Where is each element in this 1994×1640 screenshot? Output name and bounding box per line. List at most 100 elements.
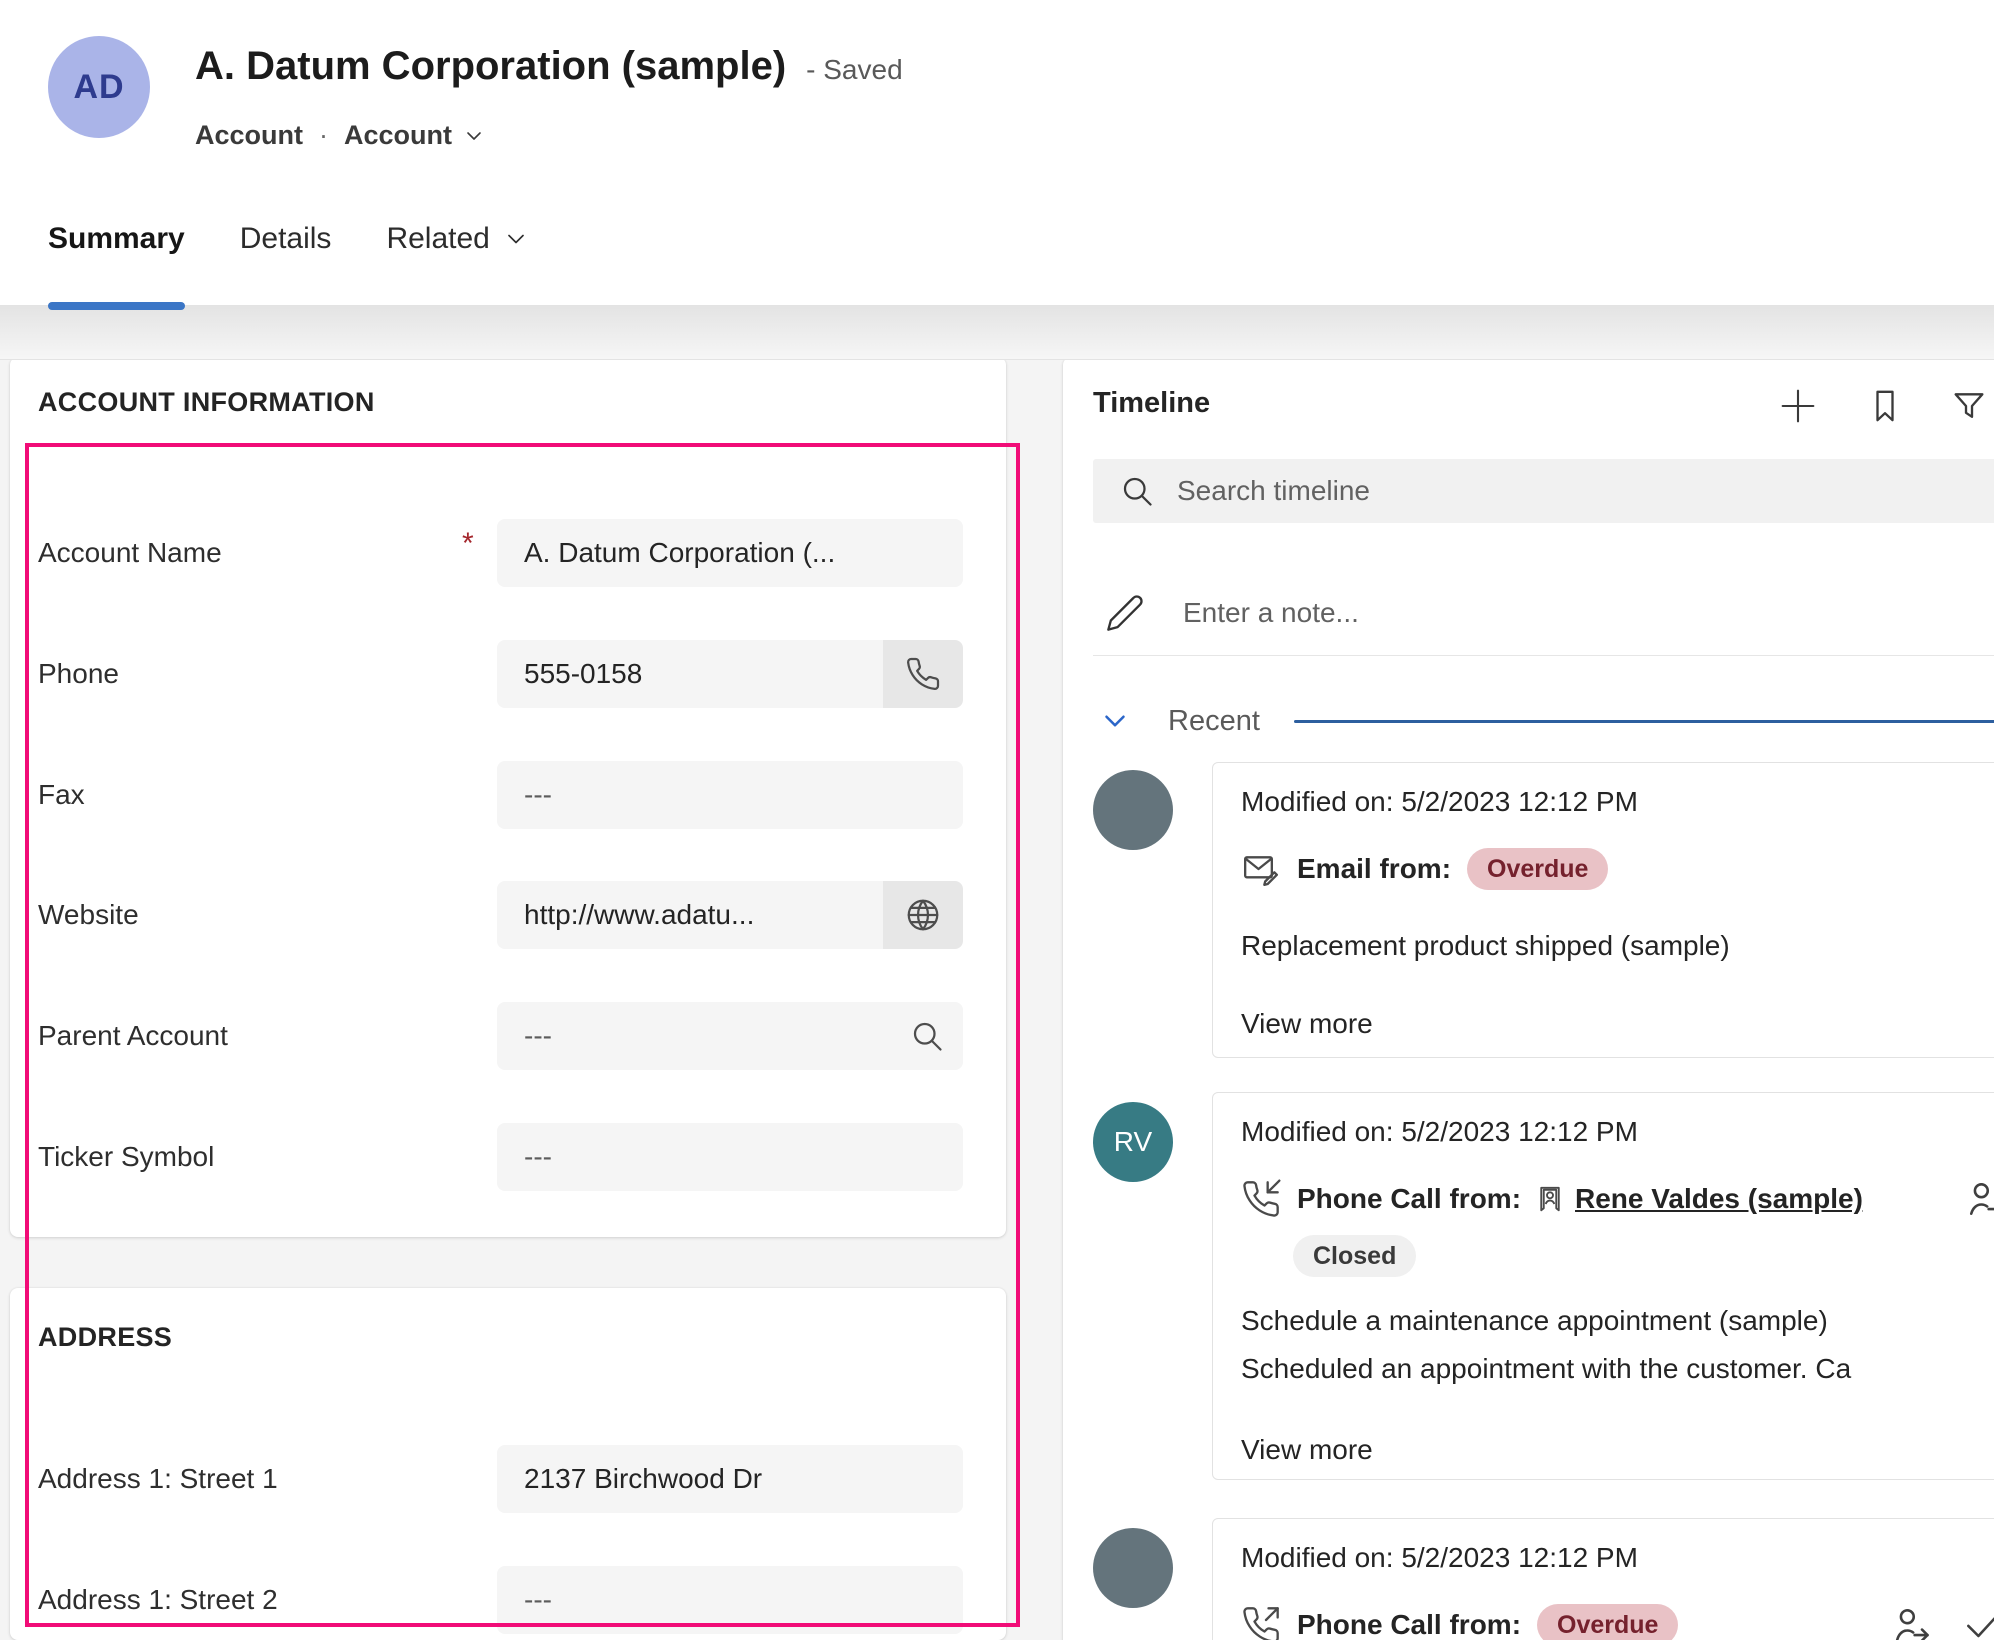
entry-action-icons	[1889, 1603, 1994, 1640]
fax-input[interactable]: ---	[497, 761, 963, 829]
tab-summary[interactable]: Summary	[48, 222, 185, 270]
recent-section-label: Recent	[1168, 705, 1260, 738]
entry-avatar: RV	[1093, 1102, 1173, 1182]
street2-input[interactable]: ---	[497, 1566, 963, 1634]
recent-section-toggle[interactable]: Recent	[1098, 703, 1994, 739]
activity-type-row: Phone Call from: Rene Valdes (sample)	[1241, 1177, 1994, 1221]
parent-account-lookup[interactable]: ---	[497, 1002, 963, 1070]
status-badge: Overdue	[1537, 1604, 1678, 1640]
activity-type-label: Phone Call from:	[1297, 1609, 1521, 1640]
activity-type-label: Phone Call from:	[1297, 1183, 1521, 1215]
recent-section-line	[1294, 720, 1994, 723]
activity-type-row: Phone Call from: Overdue	[1241, 1603, 1994, 1640]
note-row[interactable]	[1105, 593, 1783, 633]
section-heading-address: ADDRESS	[38, 1322, 172, 1353]
field-row-fax: Fax ---	[10, 761, 1006, 829]
entry-action-icons	[1963, 1177, 1994, 1221]
section-heading-account-information: ACCOUNT INFORMATION	[38, 387, 375, 418]
entry-title: Replacement product shipped (sample)	[1241, 929, 1994, 963]
email-icon	[1241, 849, 1281, 889]
phone-incoming-icon	[1241, 1179, 1281, 1219]
header-shadow-band	[0, 305, 1994, 360]
status-badge: Overdue	[1467, 848, 1608, 890]
breadcrumb-separator: ·	[319, 120, 328, 151]
required-marker: *	[462, 527, 474, 561]
account-record-page: AD A. Datum Corporation (sample) - Saved…	[0, 0, 1994, 1640]
ticker-symbol-input[interactable]: ---	[497, 1123, 963, 1191]
timeline-title: Timeline	[1093, 387, 1210, 420]
contact-link[interactable]: Rene Valdes (sample)	[1575, 1183, 1863, 1215]
timeline-search-input[interactable]	[1177, 475, 1777, 507]
timeline-entry-email[interactable]: Modified on: 5/2/2023 12:12 PM Email fro…	[1212, 762, 1994, 1058]
phone-outgoing-icon	[1241, 1605, 1281, 1640]
page-title: A. Datum Corporation (sample)	[195, 44, 786, 89]
avatar: AD	[48, 36, 150, 138]
bookmark-button[interactable]	[1865, 383, 1905, 429]
status-badge: Closed	[1293, 1235, 1416, 1277]
field-label: Account Name	[38, 537, 222, 569]
title-row: A. Datum Corporation (sample) - Saved	[195, 44, 903, 89]
phone-input[interactable]: 555-0158	[497, 640, 963, 708]
tab-related[interactable]: Related	[386, 222, 529, 270]
assign-icon[interactable]	[1889, 1603, 1933, 1640]
tab-details[interactable]: Details	[240, 222, 332, 270]
field-row-street1: Address 1: Street 1 2137 Birchwood Dr	[10, 1445, 1006, 1513]
field-row-website: Website http://www.adatu...	[10, 881, 1006, 949]
field-label: Ticker Symbol	[38, 1141, 214, 1173]
modified-on: Modified on: 5/2/2023 12:12 PM	[1241, 1541, 1994, 1575]
website-input[interactable]: http://www.adatu...	[497, 881, 963, 949]
street1-input[interactable]: 2137 Birchwood Dr	[497, 1445, 963, 1513]
form-selector[interactable]: Account	[344, 120, 452, 151]
timeline-panel: Timeline	[1063, 357, 1994, 1640]
timeline-search[interactable]	[1093, 459, 1994, 523]
entry-avatar	[1093, 1528, 1173, 1608]
entry-avatar	[1093, 770, 1173, 850]
mark-complete-icon[interactable]	[1961, 1603, 1994, 1640]
lookup-search-icon[interactable]	[891, 1018, 963, 1054]
save-status: - Saved	[806, 54, 903, 86]
entry-description: Scheduled an appointment with the custom…	[1241, 1353, 1851, 1384]
view-more-link[interactable]: View more	[1241, 1433, 1373, 1467]
timeline-entry-phone-call[interactable]: Modified on: 5/2/2023 12:12 PM Phone Cal…	[1212, 1092, 1994, 1480]
timeline-actions	[1775, 383, 1989, 429]
phone-call-button[interactable]	[883, 640, 963, 708]
modified-on: Modified on: 5/2/2023 12:12 PM	[1241, 1115, 1994, 1149]
open-website-button[interactable]	[883, 881, 963, 949]
breadcrumb-entity: Account	[195, 120, 303, 151]
activity-type-label: Email from:	[1297, 853, 1451, 885]
address-card: ADDRESS Address 1: Street 1 2137 Birchwo…	[10, 1288, 1006, 1640]
modified-on: Modified on: 5/2/2023 12:12 PM	[1241, 785, 1994, 819]
add-activity-button[interactable]	[1775, 383, 1821, 429]
field-row-parent-account: Parent Account ---	[10, 1002, 1006, 1070]
chevron-down-icon	[1098, 704, 1132, 738]
record-header: AD A. Datum Corporation (sample) - Saved…	[0, 0, 1994, 305]
field-label: Website	[38, 899, 139, 931]
avatar-initials: AD	[73, 68, 124, 107]
field-label: Address 1: Street 2	[38, 1584, 278, 1616]
entry-title: Schedule a maintenance appointment (samp…	[1241, 1297, 1994, 1393]
filter-button[interactable]	[1949, 383, 1989, 429]
contact-card-icon	[1535, 1184, 1565, 1214]
note-input[interactable]	[1183, 597, 1783, 629]
chevron-down-icon[interactable]	[462, 124, 486, 148]
assign-icon[interactable]	[1963, 1177, 1994, 1221]
account-name-input[interactable]: A. Datum Corporation (...	[497, 519, 963, 587]
search-icon	[1119, 473, 1155, 509]
account-information-card: ACCOUNT INFORMATION Account Name * A. Da…	[10, 357, 1006, 1237]
divider	[1093, 655, 1994, 656]
activity-type-row: Email from: Overdue	[1241, 847, 1994, 891]
view-more-link[interactable]: View more	[1241, 1007, 1373, 1041]
field-row-account-name: Account Name * A. Datum Corporation (...	[10, 519, 1006, 587]
field-row-phone: Phone 555-0158	[10, 640, 1006, 708]
field-label: Phone	[38, 658, 119, 690]
field-row-street2: Address 1: Street 2 ---	[10, 1566, 1006, 1634]
pencil-icon	[1105, 593, 1145, 633]
field-label: Address 1: Street 1	[38, 1463, 278, 1495]
field-label: Parent Account	[38, 1020, 228, 1052]
breadcrumb: Account · Account	[195, 120, 486, 151]
chevron-down-icon	[502, 225, 530, 253]
form-tabs: Summary Details Related	[48, 222, 530, 270]
timeline-entry-phone-call-overdue[interactable]: Modified on: 5/2/2023 12:12 PM Phone Cal…	[1212, 1518, 1994, 1640]
field-row-ticker-symbol: Ticker Symbol ---	[10, 1123, 1006, 1191]
status-badge-row: Closed	[1293, 1235, 1994, 1277]
